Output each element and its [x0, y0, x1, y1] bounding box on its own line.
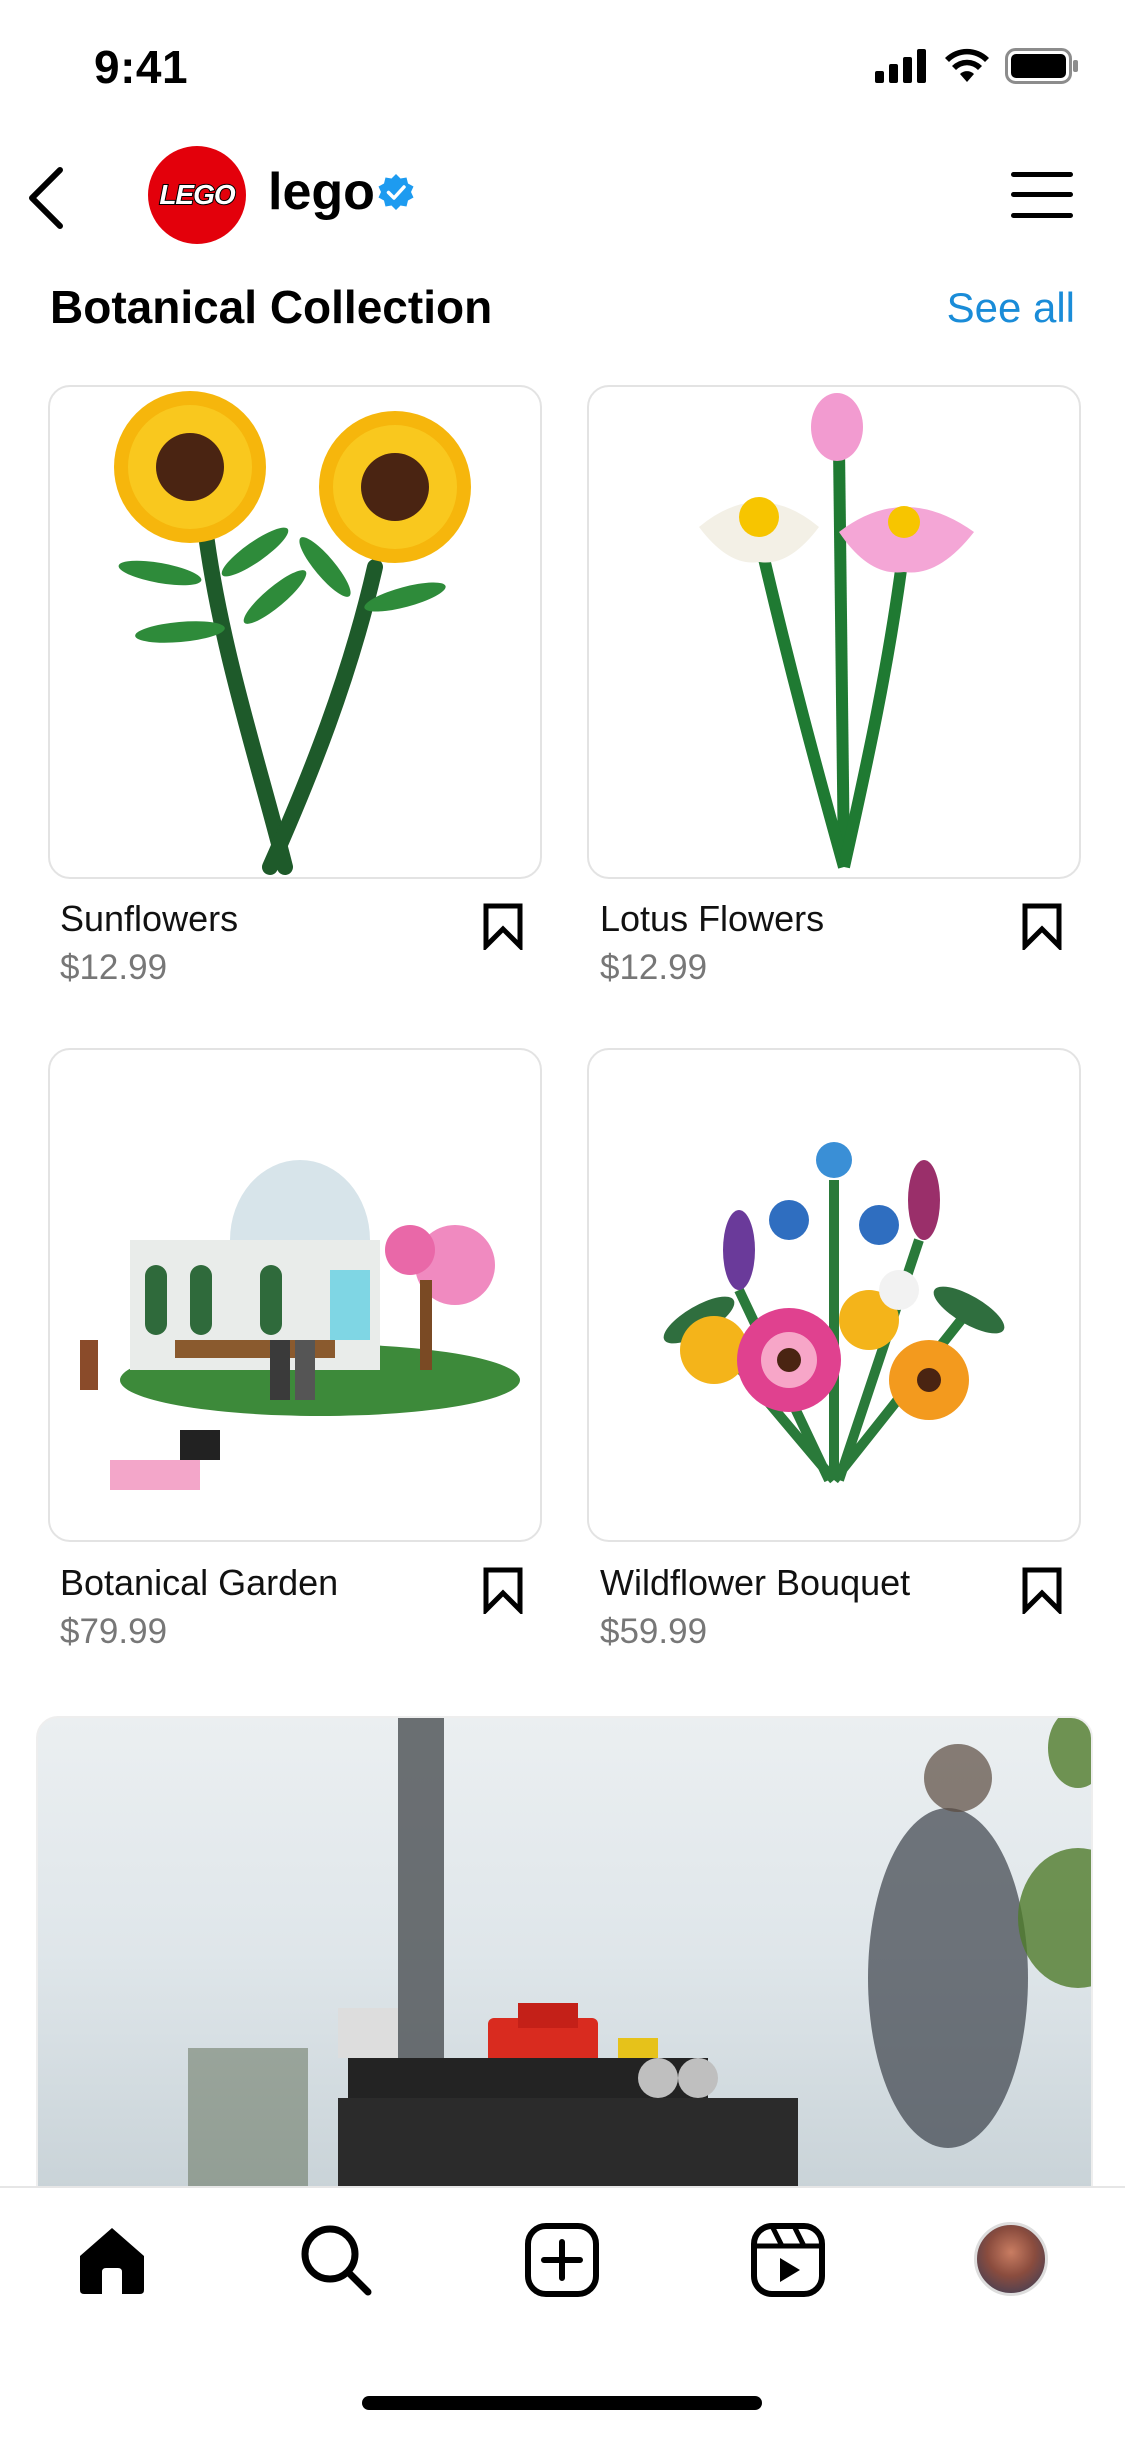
home-icon[interactable]: [74, 2222, 150, 2298]
product-image-lotus-flowers[interactable]: [587, 385, 1081, 879]
product-price: $59.99: [600, 1612, 708, 1651]
bookmark-icon[interactable]: [1021, 1566, 1063, 1614]
product-price: $12.99: [60, 948, 168, 987]
sunflowers-illustration: [114, 391, 471, 875]
lotus-flowers-illustration: [699, 393, 974, 869]
bookmark-icon[interactable]: [482, 1566, 524, 1614]
lego-logo-text: LEGO: [158, 178, 236, 211]
product-name[interactable]: Botanical Garden: [60, 1562, 338, 1604]
profile-logo-avatar[interactable]: LEGO: [148, 146, 246, 244]
product-image-wildflower-bouquet[interactable]: [587, 1048, 1081, 1542]
verified-badge-icon: [378, 174, 414, 210]
product-name[interactable]: Wildflower Bouquet: [600, 1562, 910, 1604]
wildflower-bouquet-illustration: [663, 1142, 1005, 1484]
add-post-icon[interactable]: [524, 2222, 600, 2298]
status-icons: [875, 48, 1079, 84]
back-icon[interactable]: [24, 166, 68, 230]
botanical-garden-illustration: [80, 1160, 520, 1490]
see-all-link[interactable]: See all: [947, 284, 1075, 332]
search-icon[interactable]: [298, 2222, 374, 2298]
banner-photo-illustration: [188, 1718, 1091, 2188]
status-time: 9:41: [94, 41, 189, 93]
profile-username[interactable]: lego: [268, 162, 375, 222]
cellular-signal-icon: [875, 49, 926, 83]
section-title: Botanical Collection: [50, 281, 493, 333]
reels-icon[interactable]: [750, 2222, 826, 2298]
bookmark-icon[interactable]: [1021, 902, 1063, 950]
product-price: $12.99: [600, 948, 708, 987]
product-image-sunflowers[interactable]: [48, 385, 542, 879]
battery-icon: [1005, 48, 1078, 84]
product-name[interactable]: Sunflowers: [60, 898, 238, 940]
wifi-icon: [945, 48, 989, 82]
profile-avatar[interactable]: [974, 2222, 1048, 2296]
hamburger-menu-icon[interactable]: [1011, 170, 1073, 220]
home-indicator: [362, 2396, 762, 2410]
product-name[interactable]: Lotus Flowers: [600, 898, 824, 940]
product-price: $79.99: [60, 1612, 168, 1651]
product-image-botanical-garden[interactable]: [48, 1048, 542, 1542]
featured-banner-image[interactable]: [36, 1716, 1093, 2190]
bookmark-icon[interactable]: [482, 902, 524, 950]
